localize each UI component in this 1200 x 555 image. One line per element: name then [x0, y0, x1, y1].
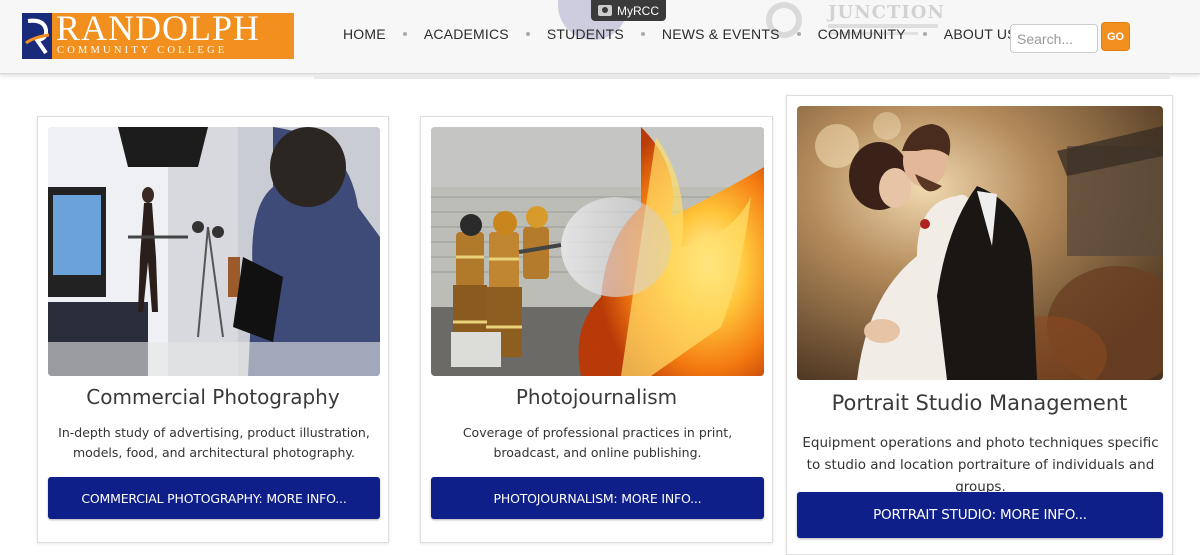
nav-news-events[interactable]: NEWS & EVENTS — [662, 26, 780, 42]
program-card-commercial-photography: Commercial Photography In-depth study of… — [37, 116, 389, 543]
wedding-portrait-image — [797, 106, 1163, 380]
card-description: In-depth study of advertising, product i… — [58, 425, 370, 460]
nav-separator — [640, 32, 645, 36]
commercial-photography-more-info-button[interactable]: COMMERCIAL PHOTOGRAPHY: MORE INFO... — [48, 477, 380, 519]
photojournalism-more-info-button[interactable]: PHOTOJOURNALISM: MORE INFO... — [431, 477, 764, 519]
myrcc-label: MyRCC — [617, 3, 659, 18]
program-card-portrait-studio-management: Portrait Studio Management Equipment ope… — [786, 95, 1173, 555]
nav-separator — [796, 32, 801, 36]
photo-studio-image — [48, 127, 380, 376]
myrcc-button[interactable]: MyRCC — [591, 0, 666, 21]
nav-students[interactable]: STUDENTS — [547, 26, 624, 42]
logo-subtitle: COMMUNITY COLLEGE — [57, 45, 228, 56]
header-subbar — [314, 74, 1170, 79]
program-card-photojournalism: Photojournalism Coverage of professional… — [420, 116, 773, 543]
header-art-text: JUNCTION — [828, 2, 945, 23]
portrait-studio-more-info-button[interactable]: PORTRAIT STUDIO: MORE INFO... — [797, 492, 1163, 538]
nav-home[interactable]: HOME — [343, 26, 386, 42]
nav-community[interactable]: COMMUNITY — [818, 26, 906, 42]
logo-r-mark-icon — [22, 13, 52, 59]
card-title: Portrait Studio Management — [831, 391, 1128, 415]
firefighters-image — [431, 127, 764, 376]
nav-separator — [402, 32, 407, 36]
search-input[interactable] — [1010, 24, 1098, 53]
nav-separator — [525, 32, 530, 36]
nav-separator — [922, 32, 927, 36]
logo-name: RANDOLPH — [56, 8, 261, 48]
nav-about-us[interactable]: ABOUT US — [944, 26, 1017, 42]
camera-icon — [598, 5, 612, 16]
site-header: JUNCTION RANDOLPH COMMUNITY COLLEGE MyRC… — [0, 0, 1200, 74]
main-nav: HOME ACADEMICS STUDENTS NEWS & EVENTS CO… — [343, 26, 1017, 42]
card-title: Commercial Photography — [86, 385, 340, 409]
search-go-button[interactable]: GO — [1101, 22, 1130, 51]
card-title: Photojournalism — [515, 385, 678, 409]
card-description: Coverage of professional practices in pr… — [462, 425, 733, 460]
logo-wordmark: RANDOLPH COMMUNITY COLLEGE — [52, 8, 294, 59]
college-logo[interactable]: RANDOLPH COMMUNITY COLLEGE — [22, 8, 294, 59]
nav-academics[interactable]: ACADEMICS — [424, 26, 509, 42]
card-description: Equipment operations and photo technique… — [802, 435, 1159, 495]
